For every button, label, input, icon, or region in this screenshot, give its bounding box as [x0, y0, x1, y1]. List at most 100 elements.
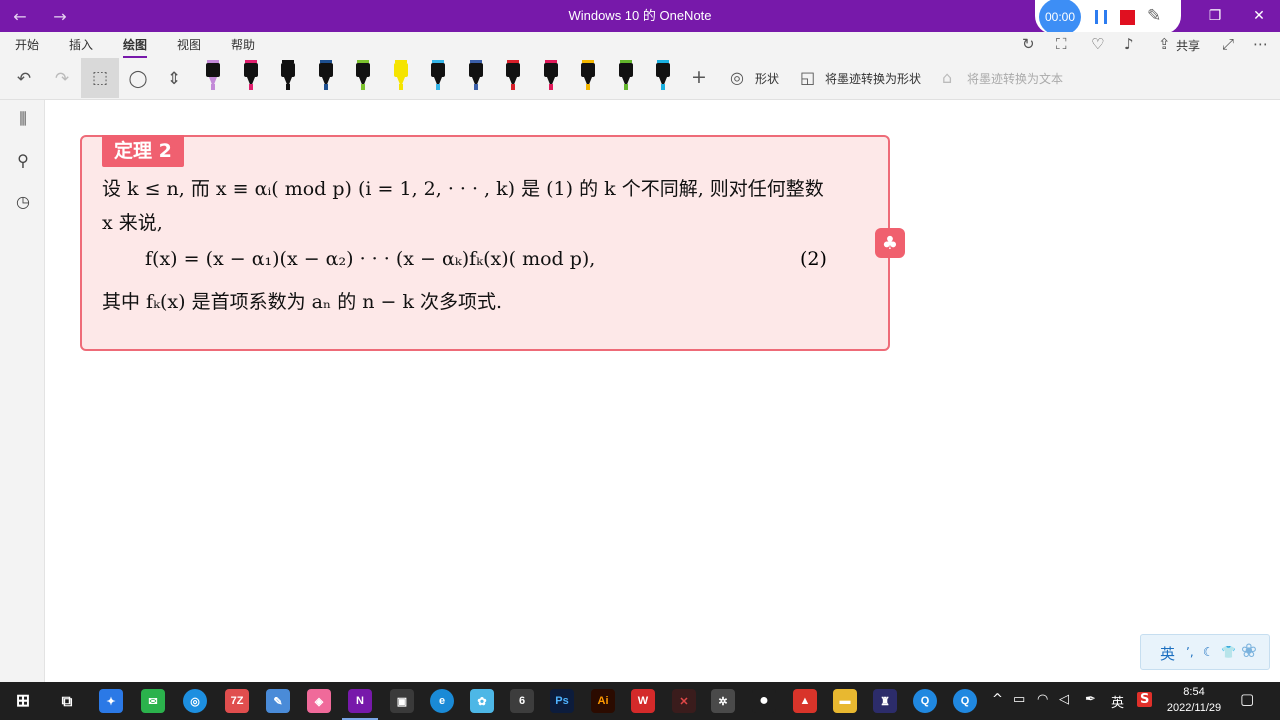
pen-5-icon[interactable]: [355, 60, 371, 92]
ink-to-text-button[interactable]: 将墨迹转换为文本: [967, 70, 1063, 87]
recent-clock-icon[interactable]: ◷: [12, 190, 34, 212]
file-explorer-icon[interactable]: ▬: [833, 689, 857, 713]
pen-3-icon[interactable]: [280, 60, 296, 92]
left-nav: ⫼ ⚲ ◷: [0, 100, 45, 682]
pen-annotate-icon[interactable]: ✎: [1147, 6, 1161, 26]
stop-record-icon[interactable]: [1120, 10, 1135, 25]
theorem-line-4: 其中 fₖ(x) 是首项系数为 aₙ 的 n − k 次多项式.: [102, 291, 503, 313]
theorem-box: 定理 2 设 k ≤ n, 而 x ≡ αᵢ( mod p) (i = 1, 2…: [80, 135, 890, 351]
app-q2-icon[interactable]: Q: [953, 689, 977, 713]
edge-icon[interactable]: e: [430, 689, 454, 713]
redo-icon[interactable]: ↷: [49, 66, 75, 92]
shapes-button[interactable]: 形状: [755, 70, 779, 87]
pen-1-icon[interactable]: [205, 60, 221, 92]
pen-8-icon[interactable]: [468, 60, 484, 92]
pen-6-icon[interactable]: [393, 60, 409, 92]
clock-time: 8:54: [1183, 686, 1205, 698]
clock[interactable]: 8:54 2022/11/29: [1158, 684, 1230, 716]
theorem-label: 定理 2: [102, 135, 184, 167]
ink-to-shape-icon[interactable]: ◱: [800, 68, 815, 87]
sync-icon[interactable]: ↻: [1022, 35, 1035, 53]
ime-language[interactable]: 英: [1160, 643, 1175, 664]
lasso-select-icon[interactable]: ⬚: [81, 58, 119, 98]
restore-icon[interactable]: ❐: [1193, 0, 1237, 32]
eraser-icon[interactable]: ◯: [125, 66, 151, 92]
theorem-line-1: 设 k ≤ n, 而 x ≡ αᵢ( mod p) (i = 1, 2, · ·…: [102, 178, 824, 200]
illustrator-icon[interactable]: Ai: [591, 689, 615, 713]
app-triangle-icon[interactable]: ▲: [793, 689, 817, 713]
add-pen-icon[interactable]: +: [691, 66, 707, 88]
tab-insert[interactable]: 插入: [69, 36, 93, 53]
add-space-icon[interactable]: ⇕: [161, 66, 187, 92]
app-six-icon[interactable]: 6: [510, 689, 534, 713]
shapes-icon[interactable]: ◎: [730, 68, 744, 87]
tab-help[interactable]: 帮助: [231, 36, 255, 53]
equation-number: (2): [800, 248, 827, 270]
wps-icon[interactable]: W: [631, 689, 655, 713]
pen-11-icon[interactable]: [580, 60, 596, 92]
windows-start-icon[interactable]: ⊞: [11, 689, 35, 713]
app-castle-icon[interactable]: ♜: [873, 689, 897, 713]
browser-icon[interactable]: ◎: [183, 689, 207, 713]
sogou-ime-icon[interactable]: S: [1137, 692, 1153, 707]
theorem-equation: f(x) = (x − α₁)(x − α₂) · · · (x − αₖ)fₖ…: [145, 248, 596, 270]
draw-toolbar: ↶ ↷ ⬚ ◯ ⇕ + ◎ 形状 ◱ 将墨迹转换为形状 ⌂ 将墨迹转换为文本: [0, 58, 1280, 100]
tray-language[interactable]: 英: [1111, 692, 1124, 711]
pen-4-icon[interactable]: [318, 60, 334, 92]
lightbulb-icon[interactable]: ♡: [1091, 35, 1104, 53]
app-red-icon[interactable]: ✕: [672, 689, 696, 713]
app-flower-icon[interactable]: ✿: [470, 689, 494, 713]
ime-skin-icon[interactable]: 👕: [1221, 645, 1236, 659]
qq-icon[interactable]: ●: [752, 689, 776, 713]
close-icon[interactable]: ✕: [1237, 0, 1280, 32]
ime-punct-icon[interactable]: ʼ,: [1186, 645, 1194, 659]
pause-icon[interactable]: [1095, 10, 1107, 24]
ime-moon-icon[interactable]: ☾: [1203, 645, 1214, 659]
undo-icon[interactable]: ↶: [11, 66, 37, 92]
notebooks-icon[interactable]: ⫼: [12, 108, 34, 130]
pen-13-icon[interactable]: [655, 60, 671, 92]
pen-7-icon[interactable]: [430, 60, 446, 92]
tab-view[interactable]: 视图: [177, 36, 201, 53]
onenote-icon[interactable]: N: [342, 689, 378, 720]
wifi-icon[interactable]: ◠: [1037, 692, 1048, 707]
battery-icon[interactable]: ▭: [1013, 692, 1025, 707]
volume-icon[interactable]: ◁: [1059, 692, 1069, 707]
tab-home[interactable]: 开始: [15, 36, 39, 53]
wechat-icon[interactable]: ✉: [141, 689, 165, 713]
pen-2-icon[interactable]: [243, 60, 259, 92]
fullscreen-icon[interactable]: ⛶: [1056, 35, 1067, 53]
more-icon[interactable]: ⋯: [1253, 35, 1268, 53]
app-pink-icon[interactable]: ◈: [307, 689, 331, 713]
club-icon[interactable]: ♣: [875, 228, 905, 258]
recording-timer: 00:00: [1039, 0, 1081, 36]
screen-recorder: 00:00 ✎: [1035, 0, 1181, 36]
search-icon[interactable]: ⚲: [12, 149, 34, 171]
ink-to-text-icon[interactable]: ⌂: [942, 68, 952, 87]
7zip-icon[interactable]: 7Z: [225, 689, 249, 713]
taskbar: ⊞ ⧉ ✦ ✉ ◎ 7Z ✎ ◈ N ▣ e ✿ 6 Ps Ai W ✕ ✲ ●…: [0, 682, 1280, 720]
app-blue-pin-icon[interactable]: ✦: [99, 689, 123, 713]
pen-12-icon[interactable]: [618, 60, 634, 92]
pen-tray-icon[interactable]: ✒: [1085, 692, 1096, 707]
ime-widget[interactable]: 英 ʼ, ☾ 👕 ❀: [1140, 634, 1270, 670]
share-icon[interactable]: ⇪: [1158, 35, 1171, 53]
bell-icon[interactable]: ♪: [1124, 35, 1134, 53]
pen-9-icon[interactable]: [505, 60, 521, 92]
notification-icon[interactable]: ▢: [1240, 690, 1254, 708]
paint-icon[interactable]: ✎: [266, 689, 290, 713]
share-label[interactable]: 共享: [1176, 37, 1200, 54]
tab-draw[interactable]: 绘图: [123, 36, 148, 58]
pen-10-icon[interactable]: [543, 60, 559, 92]
photoshop-icon[interactable]: Ps: [550, 689, 574, 713]
theorem-line-2: x 来说,: [102, 212, 163, 234]
task-view-icon[interactable]: ⧉: [55, 689, 79, 713]
app-q-icon[interactable]: Q: [913, 689, 937, 713]
ribbon-tabs: 开始 插入 绘图 视图 帮助 ↻ ⛶ ♡ ♪ ⇪ 共享 ⤢ ⋯: [0, 32, 1280, 58]
ime-decoration-icon: ❀: [1241, 640, 1257, 662]
expand-icon[interactable]: ⤢: [1222, 35, 1234, 53]
tray-chevron-icon[interactable]: ^: [992, 692, 1003, 707]
monitor-icon[interactable]: ▣: [390, 689, 414, 713]
app-gear-icon[interactable]: ✲: [711, 689, 735, 713]
ink-to-shape-button[interactable]: 将墨迹转换为形状: [825, 70, 921, 87]
